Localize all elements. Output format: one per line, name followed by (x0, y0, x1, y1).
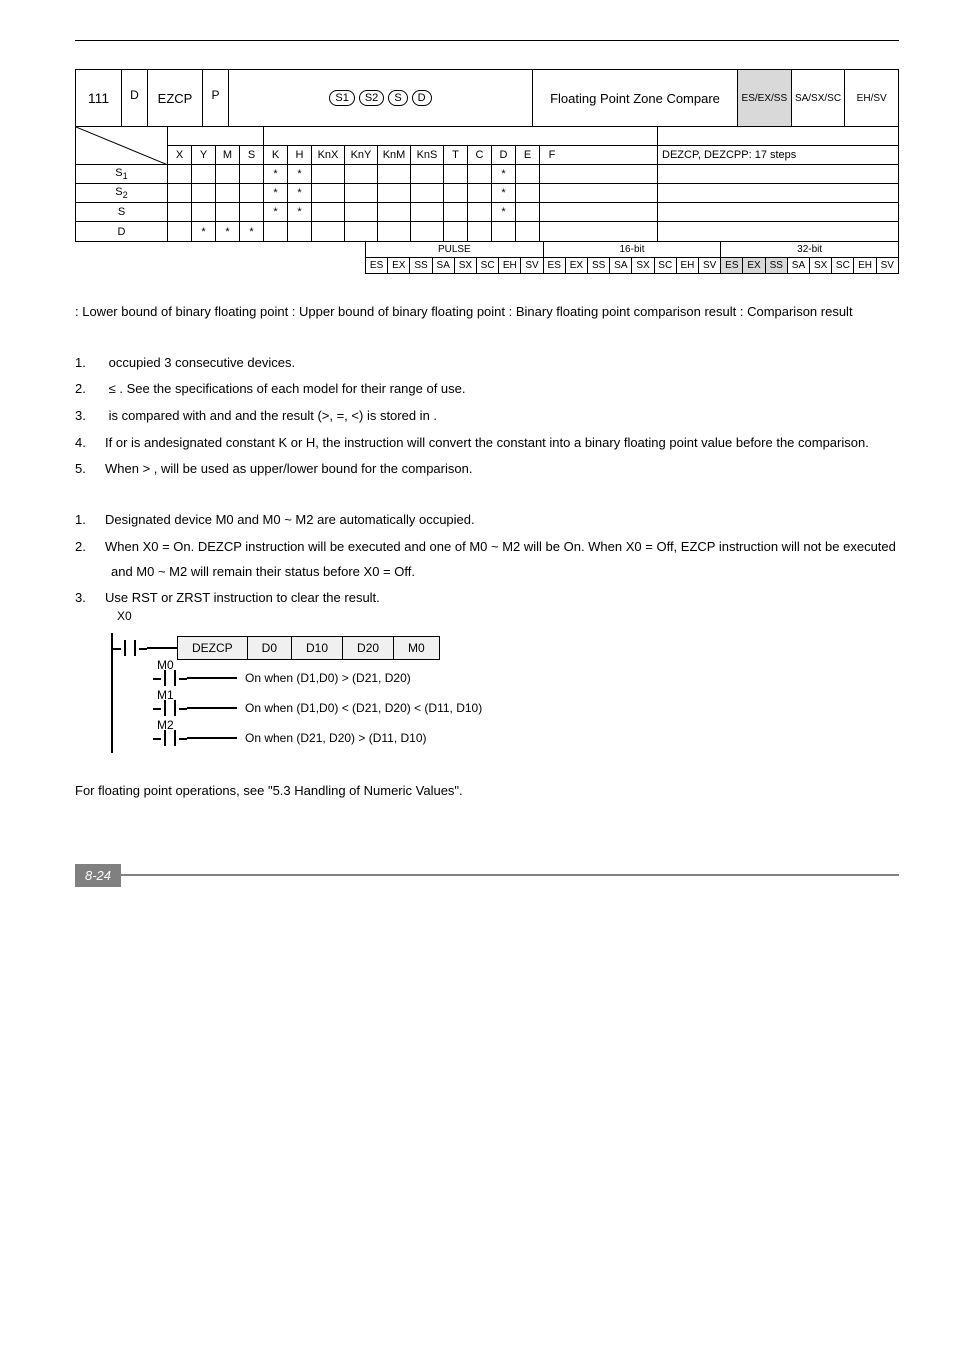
explanation-item: 5.When > , will be used as upper/lower b… (75, 457, 899, 482)
explanation-item: 3. is compared with and and the result (… (75, 404, 899, 429)
dev-col: KnX (312, 146, 345, 164)
operand-pill: S1 (329, 90, 354, 106)
ladder-annotation: On when (D1,D0) > (D21, D20) (245, 671, 411, 685)
dev-col: KnY (345, 146, 378, 164)
dev-col: E (516, 146, 540, 164)
ctrl-cell: SA/SX/SC (792, 70, 846, 126)
ladder-x0-label: X0 (117, 609, 132, 623)
ladder-contact (153, 730, 187, 746)
operand-pill: D (412, 90, 432, 106)
dev-col: KnS (411, 146, 444, 164)
example-section: 1.Designated device M0 and M0 ~ M2 are a… (75, 508, 899, 753)
dev-op-label: S1 (76, 165, 167, 184)
operand-pill: S (388, 90, 407, 106)
dev-op-label: S (76, 203, 167, 222)
operand-pill: S2 (359, 90, 384, 106)
explanation-item: 4.If or is andesignated constant K or H,… (75, 431, 899, 456)
dev-bit-header (168, 127, 264, 145)
mode-group: PULSE (366, 242, 544, 258)
dev-col: K (264, 146, 288, 164)
dev-col: H (288, 146, 312, 164)
dev-steps-text: DEZCP, DEZCPP: 17 steps (658, 146, 898, 165)
api-function-text: Floating Point Zone Compare (533, 70, 738, 126)
dev-col: T (444, 146, 468, 164)
api-p-flag: P (203, 70, 229, 126)
dev-col: X (168, 146, 192, 164)
dev-col: S (240, 146, 264, 164)
api-header-table: 111 D EZCP P S1 S2 S D Floating Point Zo… (75, 69, 899, 242)
dev-col: D (492, 146, 516, 164)
dev-col: C (468, 146, 492, 164)
dev-word-header (264, 127, 657, 145)
ladder-contact (153, 700, 187, 716)
dev-col: KnM (378, 146, 411, 164)
ctrl-cell: ES/EX/SS (738, 70, 792, 126)
dev-left-col: S1 S2 S D (76, 127, 168, 241)
page-footer: 8-24 (75, 864, 899, 887)
ladder-annotation: On when (D21, D20) > (D11, D10) (245, 731, 427, 745)
modes-table: PULSE 16-bit 32-bit ESEXSSSASXSCEHSV ESE… (365, 242, 899, 274)
example-item: 1.Designated device M0 and M0 ~ M2 are a… (75, 508, 899, 533)
explanation-item: 1. occupied 3 consecutive devices. (75, 351, 899, 376)
ladder-annotation: On when (D1,D0) < (D21, D20) < (D11, D10… (245, 701, 482, 715)
remarks-section: For floating point operations, see "5.3 … (75, 779, 899, 804)
operands-section: : Lower bound of binary floating point :… (75, 300, 899, 325)
example-item: 2.When X0 = On. DEZCP instruction will b… (75, 535, 899, 584)
mode-group: 32-bit (721, 242, 898, 258)
api-controllers: ES/EX/SS SA/SX/SC EH/SV (738, 70, 898, 126)
page-number: 8-24 (75, 864, 121, 887)
dev-col: F (540, 146, 564, 164)
top-rule (75, 40, 899, 41)
api-mnemonic: EZCP (148, 70, 203, 126)
dev-op-label: S2 (76, 184, 167, 203)
ladder-instruction: DEZCP D0 D10 D20 M0 (177, 636, 440, 660)
dev-op-label: D (76, 222, 167, 241)
dev-steps-header (658, 127, 898, 146)
api-number: 111 (76, 70, 122, 126)
ladder-diagram: X0 DEZCP D0 D10 D20 M0 M0 (111, 619, 899, 753)
explanation-item: 2. ≤ . See the specifications of each mo… (75, 377, 899, 402)
remarks-text: For floating point operations, see "5.3 … (75, 779, 899, 804)
mode-group: 16-bit (544, 242, 722, 258)
dev-col: M (216, 146, 240, 164)
operands-line: : Lower bound of binary floating point :… (75, 300, 899, 325)
api-d-flag: D (122, 70, 148, 126)
ladder-contact (153, 670, 187, 686)
ladder-contact (113, 640, 147, 656)
dev-col: Y (192, 146, 216, 164)
example-item: 3.Use RST or ZRST instruction to clear t… (75, 586, 899, 611)
api-operands-cell: S1 S2 S D (229, 70, 533, 126)
ctrl-cell: EH/SV (845, 70, 898, 126)
explanations-section: 1. occupied 3 consecutive devices. 2. ≤ … (75, 351, 899, 482)
